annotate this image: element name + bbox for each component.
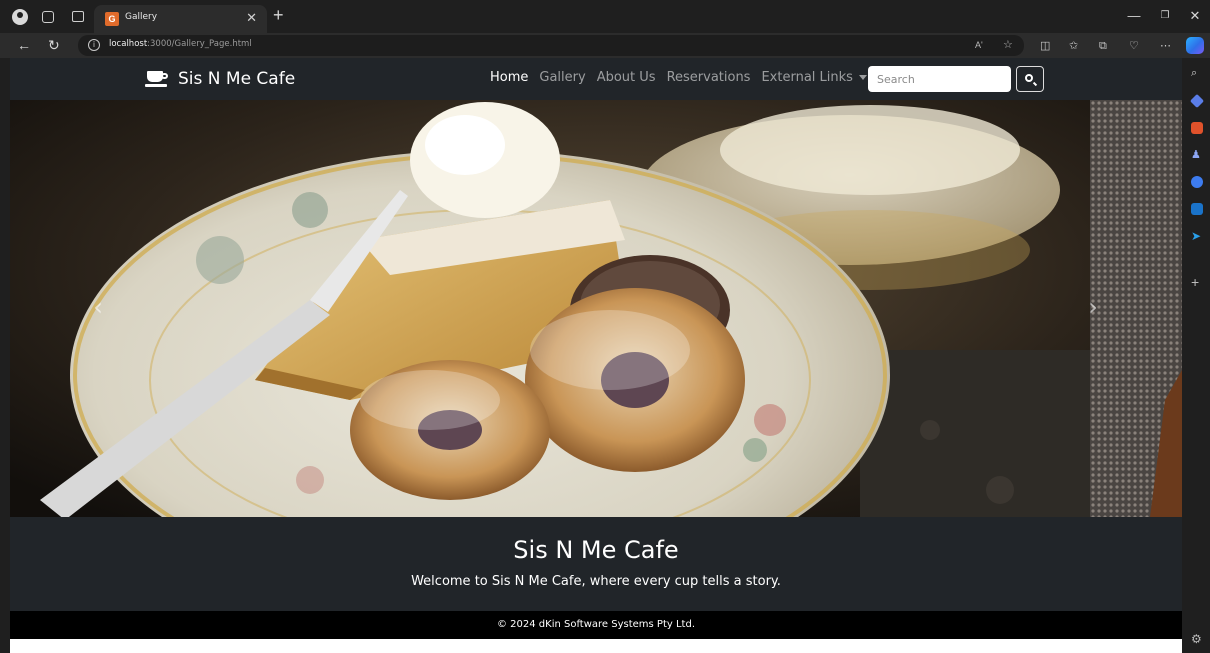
- carousel-prev-button[interactable]: ‹: [88, 292, 108, 322]
- browser-tab[interactable]: G Gallery ✕: [94, 5, 267, 33]
- hero-section: Sis N Me Cafe Welcome to Sis N Me Cafe, …: [10, 517, 1182, 611]
- minimize-icon[interactable]: —: [1124, 8, 1144, 24]
- search-input[interactable]: [868, 66, 1011, 92]
- nav-link-about-us[interactable]: About Us: [597, 70, 656, 85]
- copilot-icon[interactable]: [1186, 37, 1204, 54]
- sidebar-add-icon[interactable]: +: [1191, 275, 1203, 289]
- browser-window: G Gallery ✕ + — ❐ ✕ ← ↻ i localhost:3000…: [0, 0, 1210, 653]
- hero-subtitle: Welcome to Sis N Me Cafe, where every cu…: [411, 574, 781, 589]
- gallery-carousel: ‹ ›: [10, 100, 1182, 517]
- tab-title: Gallery: [125, 12, 158, 22]
- tab-favicon-icon: G: [105, 12, 119, 26]
- nav-link-reservations[interactable]: Reservations: [667, 70, 751, 85]
- sidebar-search-icon[interactable]: ⌕: [1191, 67, 1203, 79]
- site-navbar: Sis N Me Cafe Home Gallery About Us Rese…: [10, 58, 1182, 100]
- performance-icon[interactable]: ♡: [1129, 39, 1139, 53]
- more-icon[interactable]: ⋯: [1160, 39, 1171, 53]
- sidebar-games-icon[interactable]: ♟: [1191, 149, 1203, 161]
- sidebar-shopping-icon[interactable]: [1189, 93, 1205, 109]
- window-close-icon[interactable]: ✕: [1185, 8, 1205, 24]
- nav-link-home[interactable]: Home: [490, 70, 528, 85]
- footer-copyright: © 2024 dKin Software Systems Pty Ltd.: [496, 619, 695, 630]
- site-footer: © 2024 dKin Software Systems Pty Ltd.: [10, 611, 1182, 639]
- profile-icon[interactable]: [12, 9, 28, 25]
- url-text: localhost:3000/Gallery_Page.html: [109, 39, 252, 49]
- carousel-next-button[interactable]: ›: [1083, 292, 1103, 322]
- cake-photo: [10, 100, 1090, 517]
- carousel-image-next: [1090, 100, 1182, 517]
- info-icon[interactable]: i: [88, 39, 100, 51]
- tab-strip: G Gallery ✕ + — ❐ ✕: [0, 0, 1210, 33]
- tab-actions-icon[interactable]: [72, 11, 84, 22]
- split-screen-icon[interactable]: ◫: [1040, 39, 1050, 53]
- close-tab-icon[interactable]: ✕: [246, 10, 257, 26]
- carousel-image-cake: [10, 100, 1090, 517]
- sidebar-send-icon[interactable]: ➤: [1191, 230, 1203, 242]
- nav-dropdown-external-links[interactable]: External Links: [761, 70, 867, 85]
- search-icon: [1025, 74, 1033, 82]
- coffee-cup-icon: [145, 71, 169, 87]
- sidebar-outlook-icon[interactable]: [1191, 203, 1203, 215]
- hero-title: Sis N Me Cafe: [513, 536, 679, 564]
- browser-sidebar: ⌕ ♟ ➤ + ⚙: [1183, 58, 1210, 653]
- page-viewport: Sis N Me Cafe Home Gallery About Us Rese…: [10, 58, 1182, 653]
- back-icon[interactable]: ←: [17, 37, 31, 53]
- favorite-star-icon[interactable]: ☆: [1003, 38, 1013, 52]
- read-aloud-icon[interactable]: Aʹ: [975, 38, 983, 52]
- workspaces-icon[interactable]: [42, 11, 54, 23]
- sidebar-tools-icon[interactable]: [1191, 122, 1203, 134]
- new-tab-icon[interactable]: +: [273, 6, 284, 24]
- brand-name: Sis N Me Cafe: [178, 69, 296, 89]
- sidebar-settings-icon[interactable]: ⚙: [1191, 633, 1203, 645]
- search-button[interactable]: [1016, 66, 1044, 92]
- reload-icon[interactable]: ↻: [48, 37, 60, 53]
- favorites-icon[interactable]: ✩: [1069, 39, 1078, 53]
- navbar-brand[interactable]: Sis N Me Cafe: [145, 68, 296, 90]
- address-bar[interactable]: i localhost:3000/Gallery_Page.html Aʹ ☆: [78, 35, 1024, 56]
- nav-links: Home Gallery About Us Reservations Exter…: [490, 70, 878, 85]
- browser-toolbar: ← ↻ i localhost:3000/Gallery_Page.html A…: [0, 33, 1210, 58]
- next-slide-photo: [1090, 100, 1182, 517]
- sidebar-m365-icon[interactable]: [1191, 176, 1203, 188]
- caret-down-icon: [858, 75, 867, 80]
- collections-icon[interactable]: ⧉: [1099, 39, 1107, 53]
- restore-icon[interactable]: ❐: [1155, 8, 1175, 24]
- nav-link-gallery[interactable]: Gallery: [539, 70, 585, 85]
